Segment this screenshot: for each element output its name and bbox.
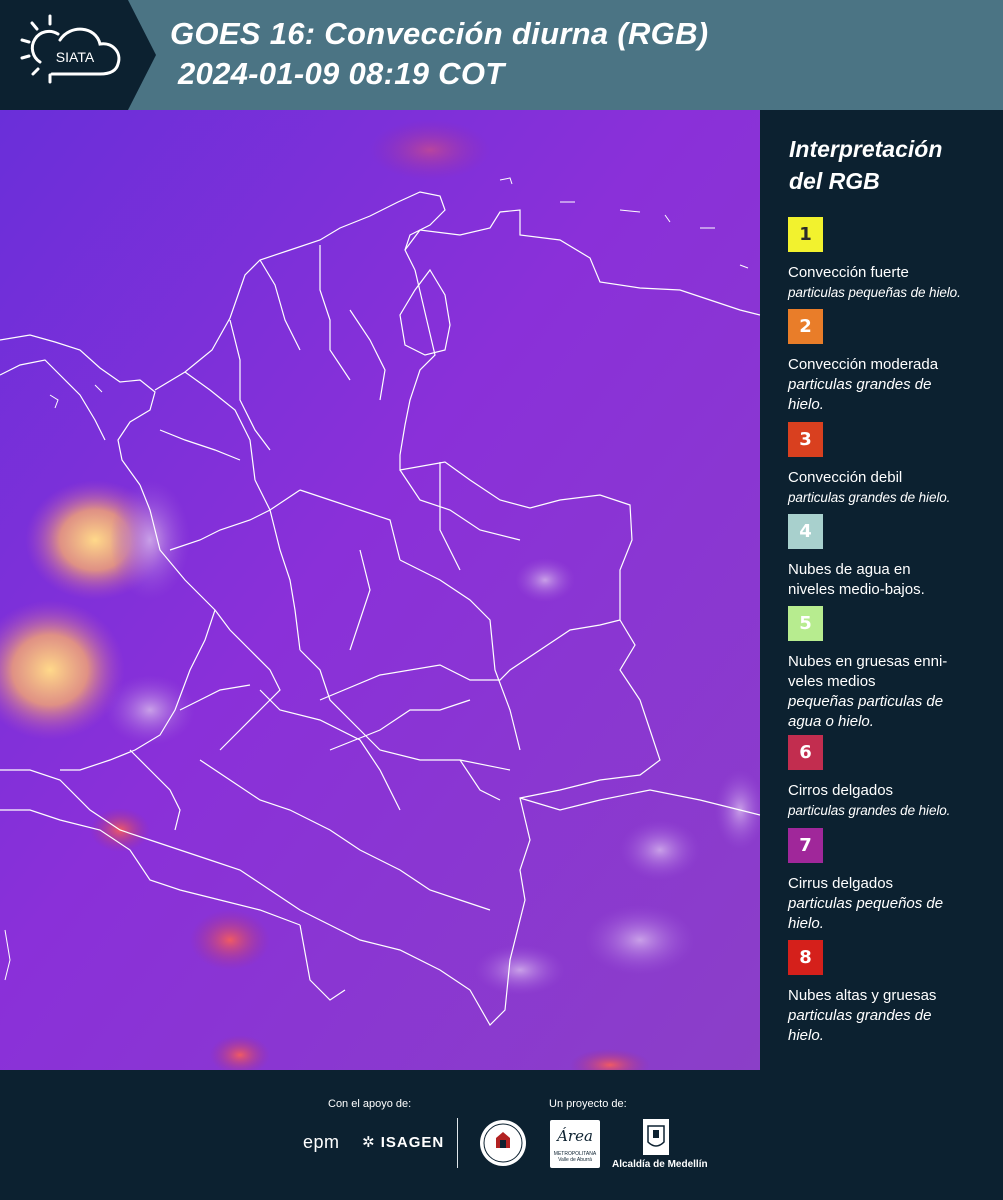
legend-item-name: Nubes en gruesas enni-veles medios (788, 653, 948, 690)
legend-swatch: 2 (788, 309, 823, 344)
legend-item-name: Cirros delgados (788, 782, 894, 799)
legend-item-6: 6 Cirros delgados particulas grandes de … (788, 735, 998, 821)
map-image (0, 110, 760, 1070)
footer-divider (457, 1118, 458, 1168)
legend-swatch: 6 (788, 735, 823, 770)
legend-item-desc: particulas grandes de hielo. (788, 376, 932, 413)
legend-swatch: 4 (788, 514, 823, 549)
legend-title-line2: del RGB (789, 168, 880, 194)
footer: Con el apoyo de: Un proyecto de: epm ✲ I… (0, 1070, 1003, 1200)
legend-swatch: 1 (788, 217, 823, 252)
legend-panel: Interpretación del RGB 1 Convección fuer… (760, 110, 1003, 1070)
satellite-map[interactable] (0, 110, 760, 1070)
legend-item-name: Convección moderada (788, 356, 939, 373)
legend-item-name: Nubes de agua en niveles medio-bajos. (788, 561, 925, 598)
header-bar: SIATA GOES 16: Convección diurna (RGB) 2… (0, 0, 1003, 110)
page-subtitle-timestamp: 2024-01-09 08:19 COT (178, 56, 505, 91)
legend-item-desc: pequeñas particulas de agua o hielo. (788, 693, 944, 730)
alcaldia-medellin-logo: Alcaldía de Medellín (612, 1159, 708, 1170)
legend-item-name: Convección debil (788, 469, 903, 486)
epm-logo: epm (303, 1132, 340, 1152)
legend-item-name: Cirrus delgados (788, 875, 894, 892)
legend-item-desc: particulas grandes de hielo. (788, 803, 951, 818)
university-seal-logo (480, 1120, 526, 1166)
legend-item-desc: particulas grandes de hielo. (788, 490, 951, 505)
legend-item-3: 3 Convección debil particulas grandes de… (788, 422, 998, 508)
legend-item-4: 4 Nubes de agua en niveles medio-bajos. (788, 514, 998, 600)
header-chevron (128, 0, 156, 110)
support-label: Con el apoyo de: (328, 1098, 412, 1110)
page-title: GOES 16: Convección diurna (RGB) (170, 16, 709, 51)
legend-item-desc: particulas grandes de hielo. (788, 1007, 932, 1044)
legend-item-1: 1 Convección fuerte particulas pequeñas … (788, 217, 998, 303)
legend-item-name: Nubes altas y gruesas (788, 987, 937, 1004)
area-metropolitana-logo: Área METROPOLITANA Valle de Aburrá (550, 1120, 600, 1168)
legend-item-8: 8 Nubes altas y gruesas particulas grand… (788, 940, 998, 1046)
legend-item-desc: particulas pequeños de hielo. (788, 895, 944, 932)
legend-title: Interpretación (789, 136, 943, 162)
isagen-icon: ✲ (362, 1134, 376, 1151)
legend-item-5: 5 Nubes en gruesas enni-veles medios peq… (788, 606, 998, 732)
alcaldia-shield-icon (643, 1119, 669, 1155)
legend-item-7: 7 Cirrus delgados particulas pequeños de… (788, 828, 998, 934)
legend-swatch: 8 (788, 940, 823, 975)
isagen-logo: ✲ ISAGEN (362, 1134, 445, 1151)
legend-swatch: 3 (788, 422, 823, 457)
sun-cloud-icon: SIATA (20, 14, 121, 84)
legend-swatch: 7 (788, 828, 823, 863)
legend-item-desc: particulas pequeñas de hielo. (788, 285, 961, 300)
legend-swatch: 5 (788, 606, 823, 641)
legend-item-2: 2 Convección moderada particulas grandes… (788, 309, 998, 415)
siata-logo: SIATA (0, 0, 128, 110)
project-label: Un proyecto de: (549, 1098, 627, 1110)
legend-item-name: Convección fuerte (788, 264, 909, 281)
svg-text:SIATA: SIATA (56, 49, 95, 65)
